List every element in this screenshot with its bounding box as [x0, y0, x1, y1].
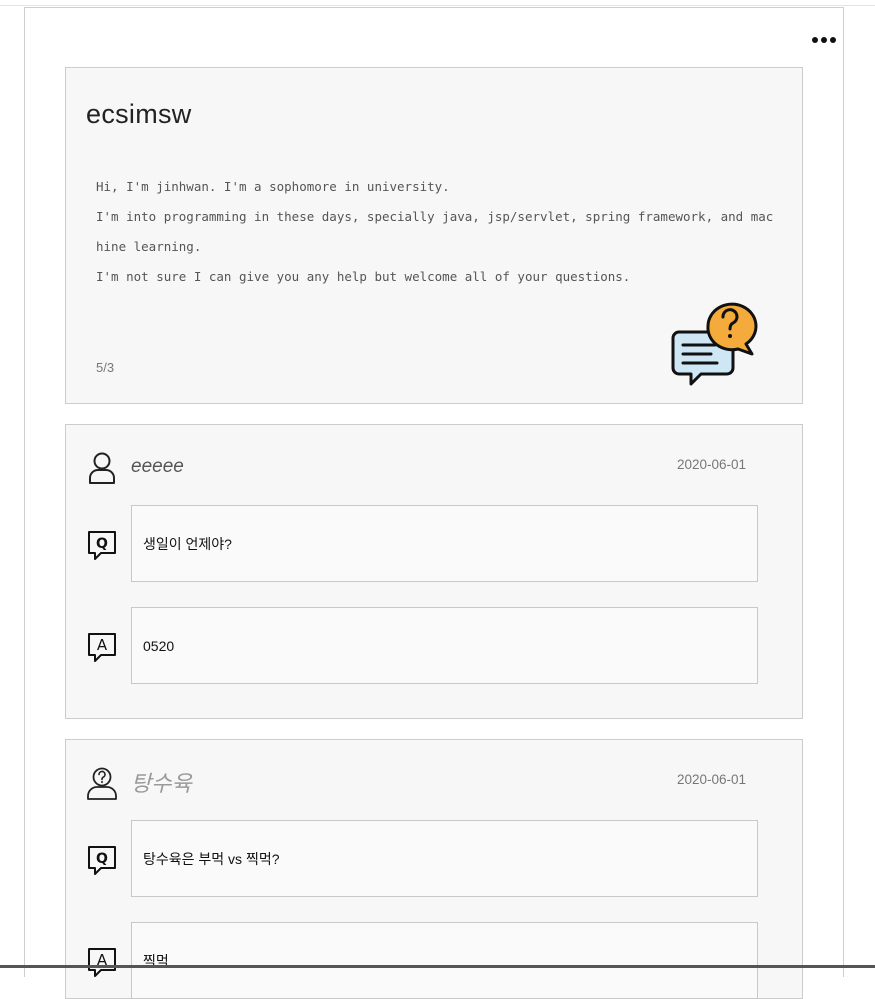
profile-name: ecsimsw — [86, 99, 192, 129]
answer-a-icon: A — [88, 633, 116, 662]
intro-line: I'm not sure I can give you any help but… — [96, 269, 631, 284]
question-q-icon: Q — [88, 846, 116, 875]
user-icon — [89, 452, 115, 484]
svg-text:Q: Q — [96, 851, 108, 867]
question-count: 5/3 — [96, 360, 115, 375]
question-card: eeeee 2020-06-01 Q 생일이 언제야? A 0520 — [65, 424, 803, 719]
question-box: 생일이 언제야? — [131, 505, 758, 582]
profile-intro: Hi, I'm jinhwan. I'm a sophomore in univ… — [96, 172, 776, 292]
answer-box: 0520 — [131, 607, 758, 684]
question-card: 탕수육 2020-06-01 Q 탕수육은 부먹 vs 찍먹? A 찍먹 — [65, 739, 803, 999]
intro-line: I'm into programming in these days, spec… — [96, 209, 774, 254]
question-box: 탕수육은 부먹 vs 찍먹? — [131, 820, 758, 897]
top-divider — [0, 5, 875, 6]
answer-box: 찍먹 — [131, 922, 758, 999]
question-date: 2020-06-01 — [677, 772, 747, 787]
question-date: 2020-06-01 — [677, 457, 747, 472]
asker-name: eeeee — [131, 456, 184, 477]
intro-line: Hi, I'm jinhwan. I'm a sophomore in univ… — [96, 179, 450, 194]
asker-name: 탕수육 — [131, 771, 192, 796]
question-q-icon: Q — [88, 531, 116, 560]
qa-chat-bubbles-icon — [671, 302, 758, 386]
anonymous-user-icon — [87, 767, 117, 800]
svg-text:Q: Q — [96, 536, 108, 552]
profile-card: ecsimsw Hi, I'm jinhwan. I'm a sophomore… — [65, 67, 803, 404]
svg-text:A: A — [97, 636, 108, 654]
more-options-icon[interactable] — [810, 32, 840, 48]
answer-a-icon: A — [88, 948, 116, 977]
